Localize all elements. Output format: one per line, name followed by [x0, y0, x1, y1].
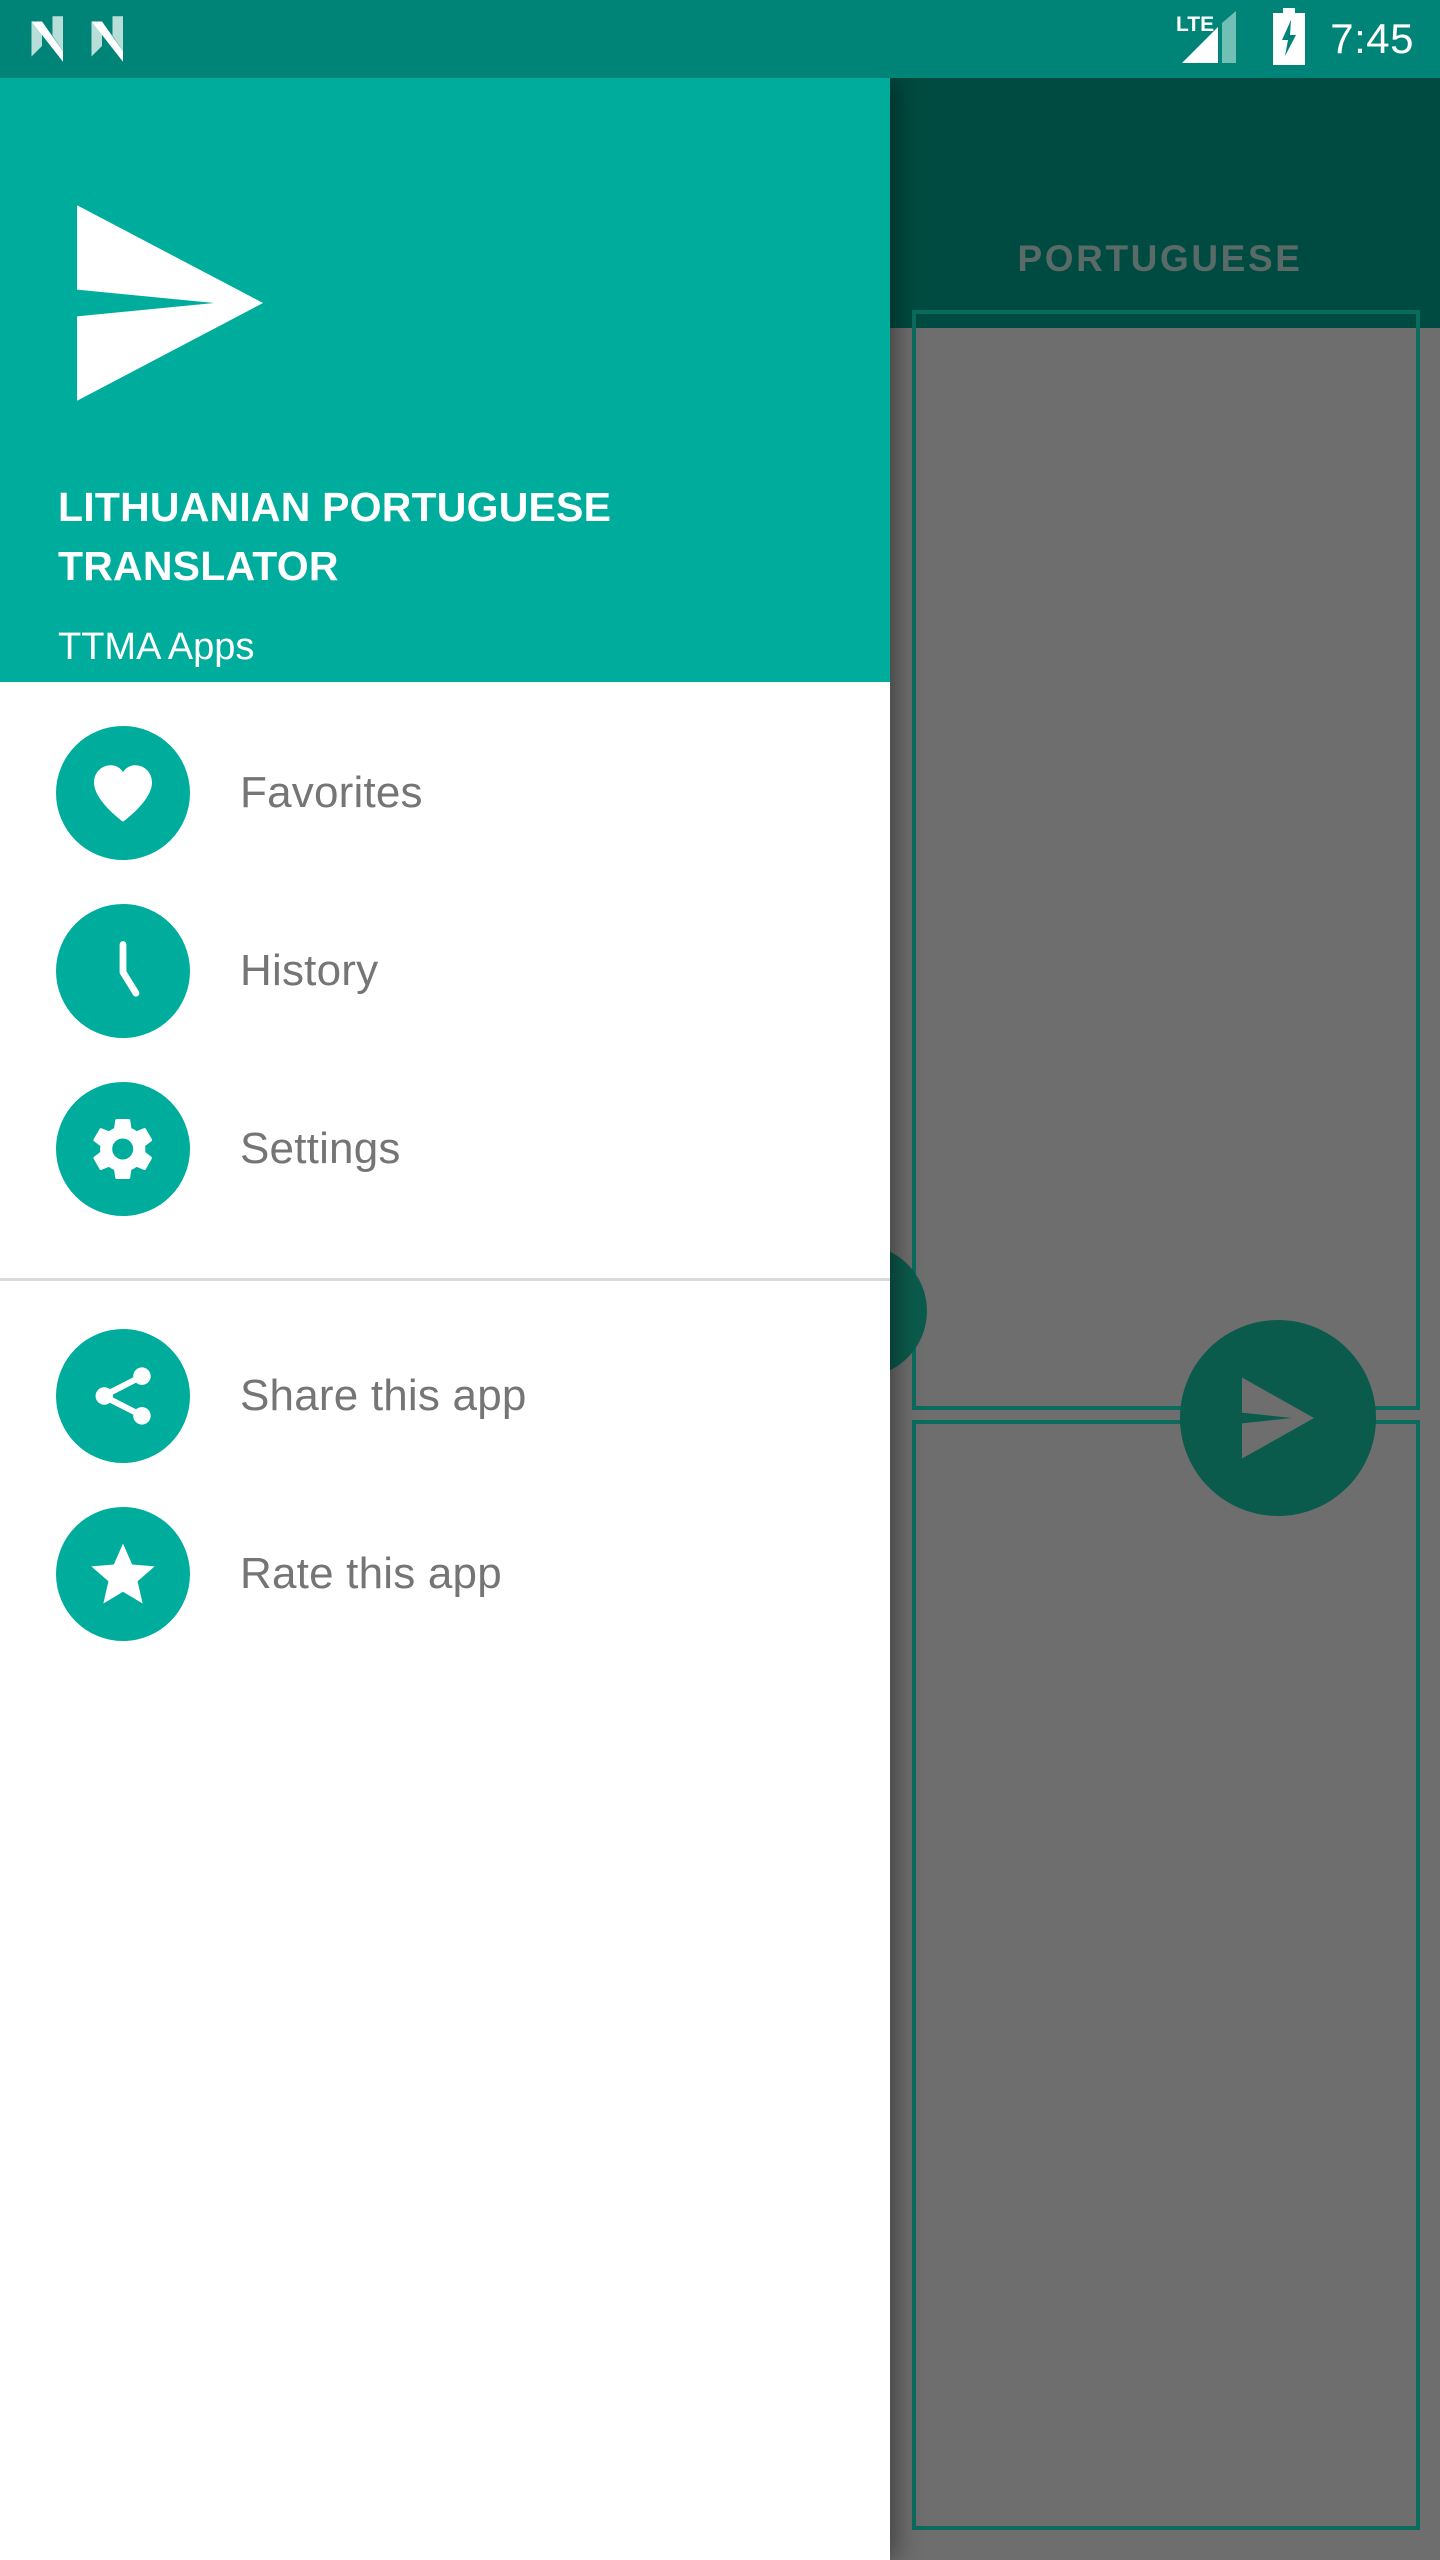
drawer-app-title: LITHUANIAN PORTUGUESE TRANSLATOR: [58, 484, 612, 589]
status-bar-notifications: [28, 16, 130, 67]
sidebar-item-favorites[interactable]: Favorites: [0, 704, 890, 882]
sidebar-item-settings[interactable]: Settings: [0, 1060, 890, 1238]
heart-icon: [56, 726, 190, 860]
sidebar-item-label: Rate this app: [240, 1549, 502, 1598]
sidebar-item-share-this-app[interactable]: Share this app: [0, 1307, 890, 1485]
status-bar: LTE 7:45: [0, 0, 1440, 78]
gear-icon: [56, 1082, 190, 1216]
sidebar-item-label: Settings: [240, 1124, 401, 1173]
navigation-drawer: LITHUANIAN PORTUGUESE TRANSLATOR TTMA Ap…: [0, 78, 890, 2560]
star-icon: [56, 1507, 190, 1641]
sidebar-item-history[interactable]: History: [0, 882, 890, 1060]
drawer-secondary-menu: Share this app Rate this app: [0, 1281, 890, 1663]
sidebar-item-label: Favorites: [240, 768, 423, 817]
sidebar-item-rate-this-app[interactable]: Rate this app: [0, 1485, 890, 1663]
svg-text:LTE: LTE: [1176, 13, 1214, 36]
share-icon: [56, 1329, 190, 1463]
status-bar-clock: 7:45: [1330, 15, 1414, 62]
drawer-primary-menu: Favorites History Settings: [0, 682, 890, 1238]
status-bar-system-icons: LTE 7:45: [1174, 0, 1414, 78]
app-logo-paper-plane-icon: [56, 188, 286, 423]
n-notification-icon: [28, 16, 70, 67]
drawer-app-subtitle: TTMA Apps: [58, 626, 255, 668]
signal-bars-icon: LTE: [1174, 11, 1248, 67]
sidebar-item-label: Share this app: [240, 1371, 527, 1420]
phone-screen: PORTUGUESE LTE 7:45 LITHUANIAN PORTUGUES…: [0, 0, 1440, 2560]
battery-charging-icon: [1270, 7, 1308, 71]
drawer-header: LITHUANIAN PORTUGUESE TRANSLATOR TTMA Ap…: [0, 78, 890, 682]
sidebar-item-label: History: [240, 946, 379, 995]
clock-icon: [56, 904, 190, 1038]
n-notification-icon: [88, 16, 130, 67]
